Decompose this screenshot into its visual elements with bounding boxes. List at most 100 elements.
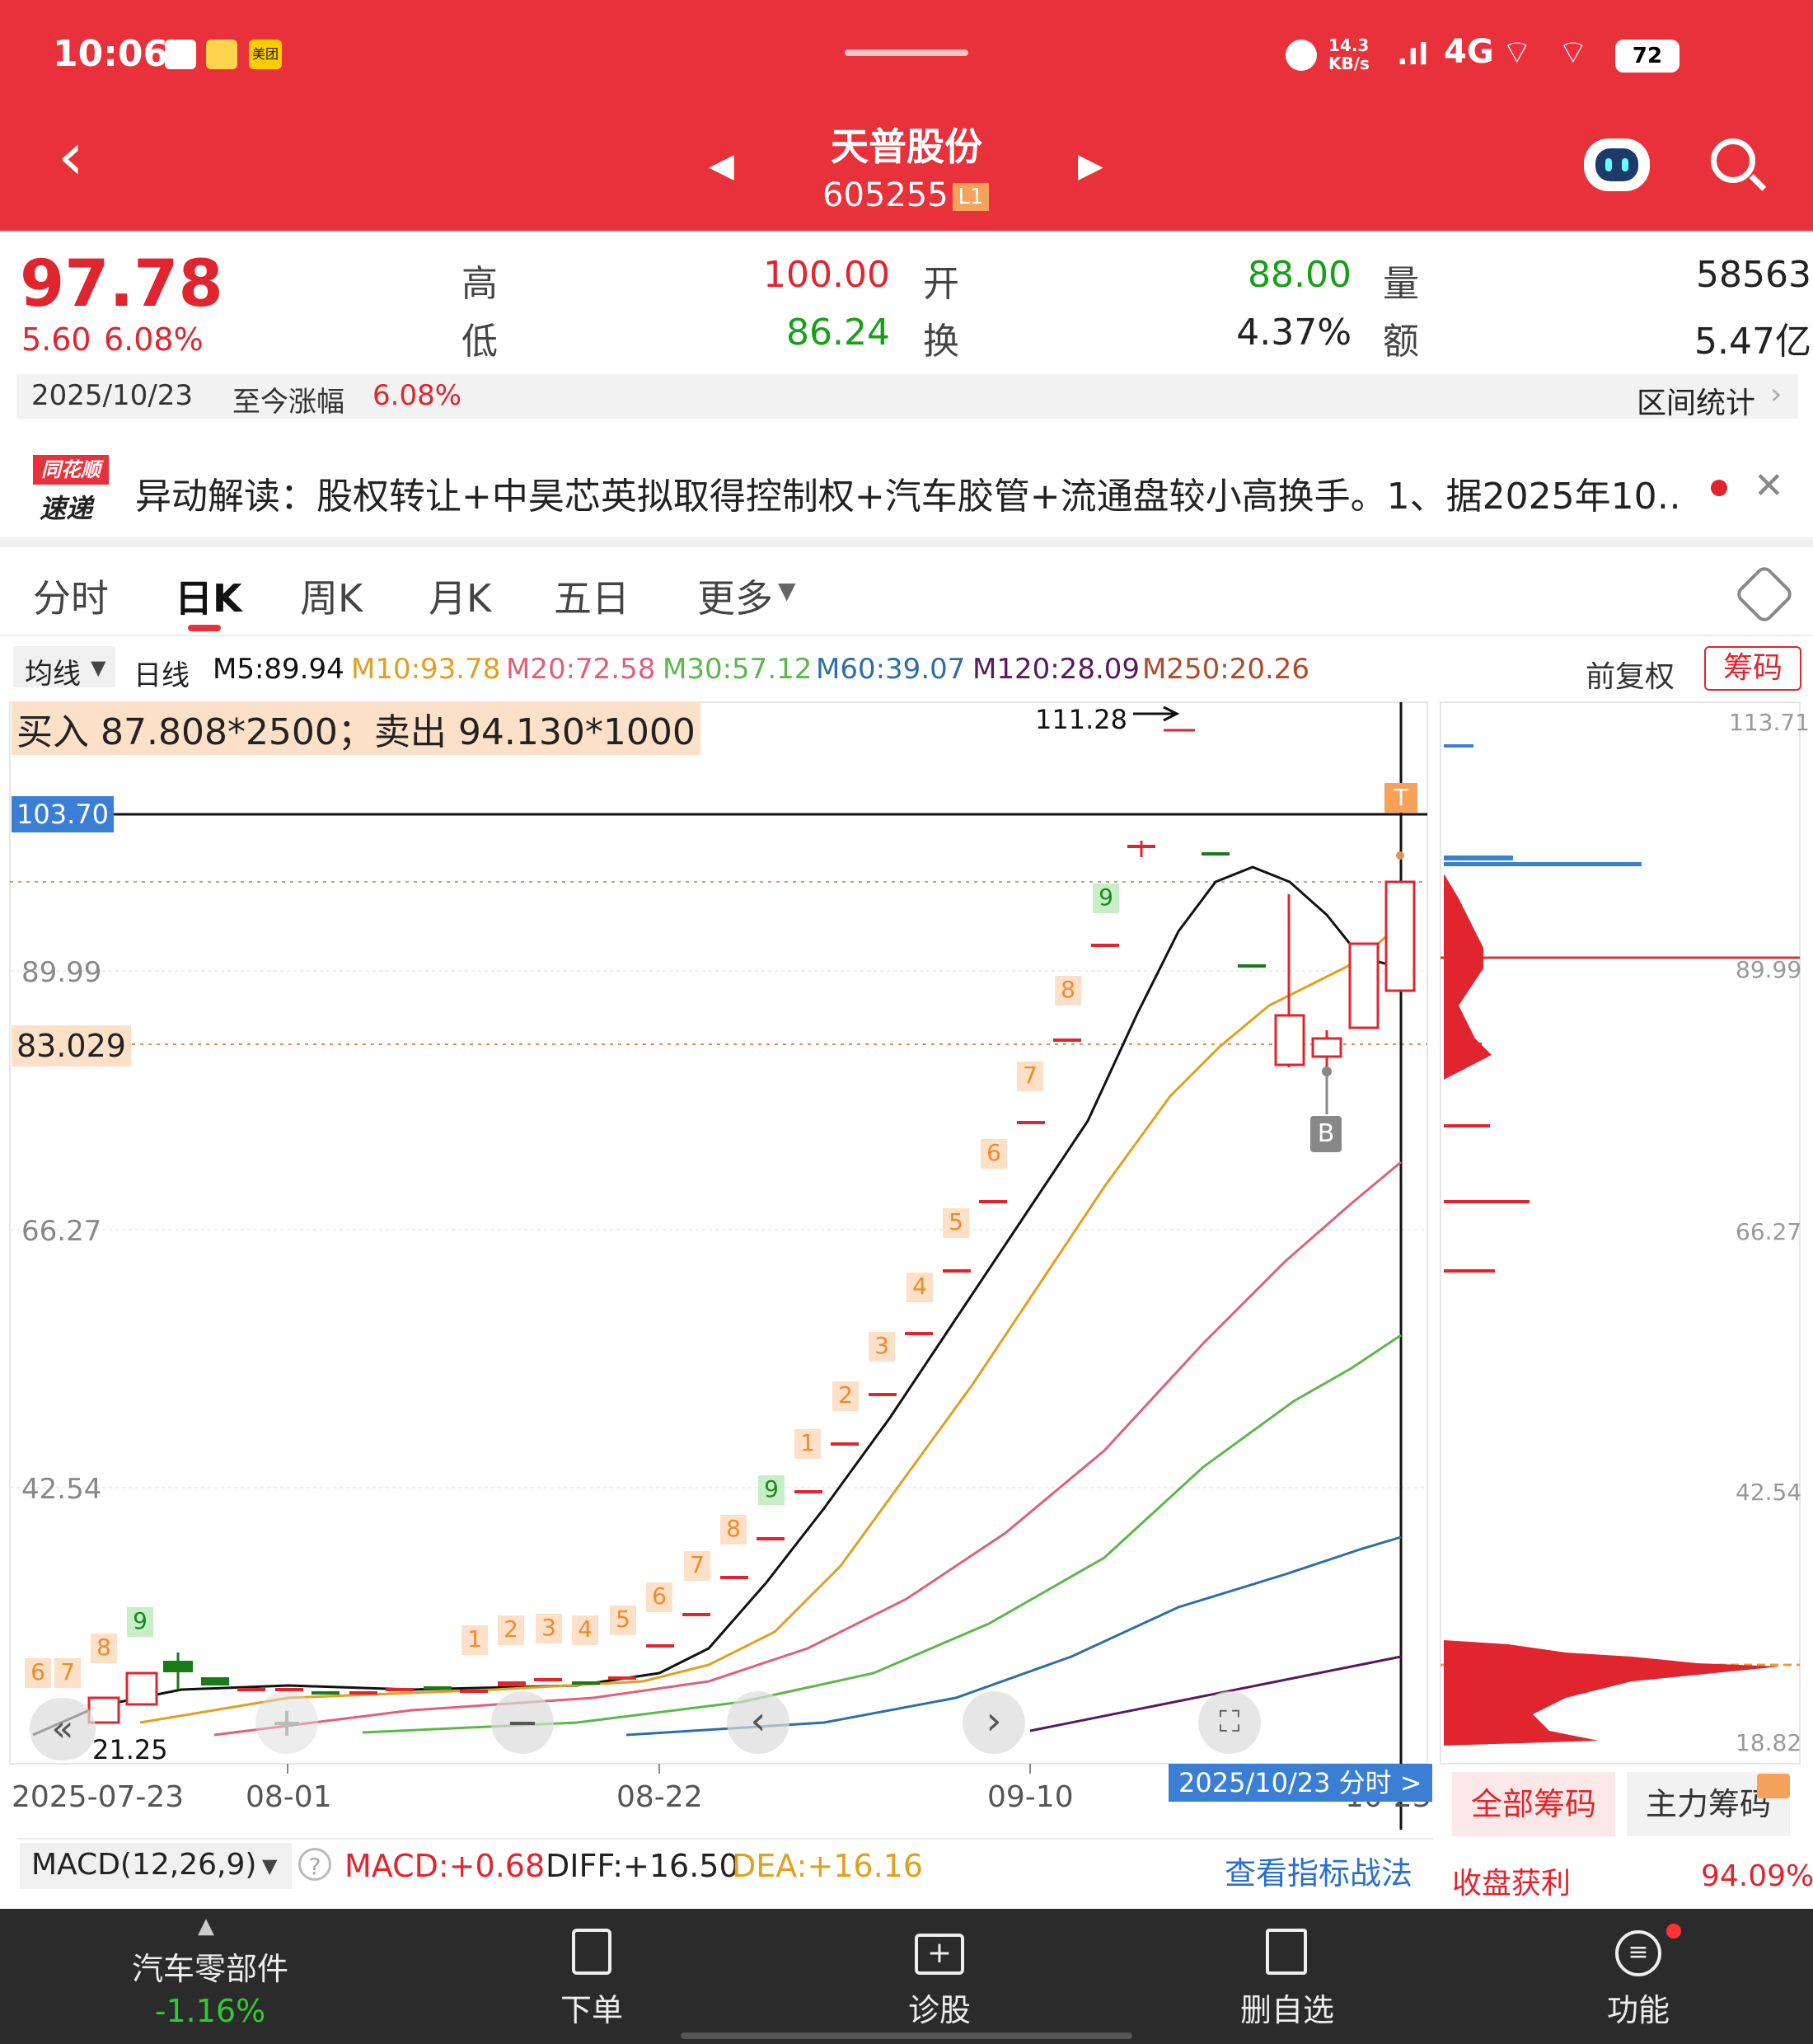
wifi-icon: ⌔ bbox=[1501, 34, 1533, 72]
low-price-mark: 21.25 bbox=[92, 1734, 168, 1765]
adjust-mode[interactable]: 前复权 bbox=[1586, 653, 1675, 696]
drag-handle[interactable] bbox=[845, 49, 968, 56]
diagnose-icon: + bbox=[915, 1934, 964, 1975]
home-indicator[interactable] bbox=[681, 2032, 1132, 2039]
pan-right-icon[interactable]: › bbox=[963, 1691, 1025, 1754]
since-pct: 6.08% bbox=[372, 379, 462, 412]
chips-button[interactable]: 筹码 bbox=[1704, 646, 1801, 691]
seq-badge: 3 bbox=[536, 1614, 562, 1643]
function-button[interactable]: 功能 bbox=[1556, 1985, 1721, 2030]
menu-icon: ≡ bbox=[1615, 1930, 1661, 1976]
tab-more[interactable]: 更多 bbox=[697, 569, 773, 623]
seq-badge: 9 bbox=[758, 1475, 785, 1505]
indicator-strategy-link[interactable]: 查看指标战法 bbox=[1225, 1848, 1412, 1893]
since-label: 至今涨幅 bbox=[232, 386, 344, 419]
zoom-in-icon[interactable]: + bbox=[255, 1691, 318, 1754]
seq-badge: 7 bbox=[684, 1551, 710, 1581]
ths-logo-top: 同花顺 bbox=[33, 455, 109, 485]
pan-left-icon[interactable]: ‹ bbox=[727, 1691, 789, 1754]
seq-badge: 6 bbox=[25, 1658, 51, 1688]
settings-icon[interactable] bbox=[1733, 563, 1796, 626]
remove-watchlist-button[interactable]: 删自选 bbox=[1205, 1985, 1370, 2030]
back-icon[interactable]: ‹ bbox=[58, 124, 84, 190]
chip-axis-label: 89.99 bbox=[1736, 956, 1802, 983]
seq-badge: 9 bbox=[1093, 884, 1119, 913]
y-axis-label: 42.54 bbox=[21, 1473, 102, 1506]
sector-name[interactable]: 汽车零部件 bbox=[99, 1943, 321, 1989]
x-axis-label: 2025-07-23 bbox=[12, 1780, 185, 1814]
tab-monthly-k[interactable]: 月K bbox=[429, 569, 491, 623]
next-stock-icon[interactable]: ▶ bbox=[1078, 147, 1103, 185]
macd-name: MACD(12,26,9) bbox=[31, 1848, 257, 1882]
high-price-mark: 111.28 bbox=[1035, 704, 1127, 735]
seq-badge: 6 bbox=[981, 1139, 1007, 1169]
robot-assistant-icon[interactable] bbox=[1584, 138, 1650, 191]
tab-five-day[interactable]: 五日 bbox=[554, 569, 630, 623]
zoom-out-icon[interactable]: − bbox=[491, 1691, 554, 1754]
ths-logo-bottom: 速递 bbox=[40, 493, 93, 524]
close-icon[interactable]: ✕ bbox=[1754, 465, 1784, 507]
search-icon[interactable] bbox=[1711, 138, 1755, 183]
seq-badge: 3 bbox=[869, 1332, 895, 1362]
chip-axis-label: 113.71 bbox=[1729, 709, 1810, 736]
order-icon bbox=[572, 1929, 611, 1975]
shop-notification-icon bbox=[206, 40, 237, 69]
seq-badge: 4 bbox=[572, 1615, 598, 1645]
x-axis-label: 09-10 bbox=[987, 1780, 1074, 1814]
macd-dropdown-icon: ▼ bbox=[262, 1854, 278, 1878]
diagnose-button[interactable]: 诊股 bbox=[857, 1985, 1022, 2030]
stock-code: 605255 bbox=[822, 176, 949, 214]
x-axis-label: 08-01 bbox=[246, 1780, 332, 1814]
ma-dropdown-icon: ▼ bbox=[91, 656, 106, 679]
t-marker-icon: T bbox=[1394, 784, 1408, 811]
price-change-pct: 6.08% bbox=[104, 321, 204, 358]
trade-note: 买入 87.808*2500；卖出 94.130*1000 bbox=[12, 702, 700, 755]
order-button[interactable]: 下单 bbox=[509, 1985, 674, 2030]
tab-weekly-k[interactable]: 周K bbox=[300, 569, 363, 623]
seq-badge: 5 bbox=[610, 1606, 636, 1635]
cursor-date-tip[interactable]: 2025/10/23 分时 > bbox=[1169, 1764, 1432, 1802]
divider bbox=[0, 537, 1813, 547]
seq-badge: 5 bbox=[943, 1208, 969, 1238]
ma-selector-label: 均线 bbox=[25, 658, 81, 691]
interval-stats-button[interactable]: 区间统计 bbox=[1637, 379, 1755, 422]
prev-stock-icon[interactable]: ◀ bbox=[709, 147, 734, 185]
turnover-value: 4.37% bbox=[1236, 312, 1352, 354]
rewind-icon[interactable]: « bbox=[30, 1698, 96, 1760]
network-speed: 14.3 KB/s bbox=[1328, 35, 1370, 73]
meituan-icon: 美团 bbox=[249, 40, 282, 69]
seq-badge: 8 bbox=[720, 1515, 747, 1545]
low-label: 低 bbox=[461, 321, 498, 363]
tab-intraday[interactable]: 分时 bbox=[33, 569, 109, 623]
news-text[interactable]: 异动解读：股权转让+中昊芯英拟取得控制权+汽车胶管+流通盘较小高换手。1、据20… bbox=[135, 466, 1684, 519]
all-chips-tab[interactable]: 全部筹码 bbox=[1452, 1772, 1615, 1836]
open-value: 88.00 bbox=[1248, 254, 1352, 296]
seq-badge: 7 bbox=[1017, 1062, 1043, 1091]
b-marker[interactable]: B bbox=[1310, 1116, 1342, 1152]
seq-badge: 9 bbox=[127, 1607, 153, 1637]
more-dropdown-icon: ▼ bbox=[778, 577, 796, 604]
current-price: 97.78 bbox=[20, 247, 223, 321]
chip-axis-label: 18.82 bbox=[1736, 1729, 1802, 1756]
seq-badge: 7 bbox=[54, 1658, 81, 1688]
tab-daily-k[interactable]: 日K bbox=[175, 569, 242, 623]
macd-value: MACD:+0.68 bbox=[344, 1848, 546, 1884]
ma120-value: M120:28.09 bbox=[972, 653, 1141, 686]
ma250-value: M250:20.26 bbox=[1142, 653, 1310, 686]
notification-dot bbox=[1666, 1924, 1681, 1939]
chip-axis-label: 66.27 bbox=[1736, 1218, 1802, 1245]
fullscreen-icon[interactable]: ⛶ bbox=[1198, 1691, 1261, 1754]
help-icon[interactable]: ? bbox=[298, 1848, 331, 1881]
x-axis-label: 08-22 bbox=[616, 1780, 703, 1814]
expand-up-icon[interactable]: ▲ bbox=[198, 1914, 214, 1939]
candles bbox=[87, 841, 1416, 1724]
ma60-value: M60:39.07 bbox=[816, 653, 966, 686]
price-line-label[interactable]: 103.70 bbox=[12, 796, 114, 832]
quote-date: 2025/10/23 bbox=[31, 379, 193, 412]
diff-value: DIFF:+16.50 bbox=[546, 1848, 739, 1884]
seq-badge: 8 bbox=[91, 1634, 117, 1663]
kline-chart[interactable] bbox=[0, 701, 1813, 1830]
seq-badge: 4 bbox=[906, 1273, 933, 1302]
ma5-value: M5:89.94 bbox=[213, 653, 344, 686]
stock-name: 天普股份 bbox=[831, 124, 982, 169]
